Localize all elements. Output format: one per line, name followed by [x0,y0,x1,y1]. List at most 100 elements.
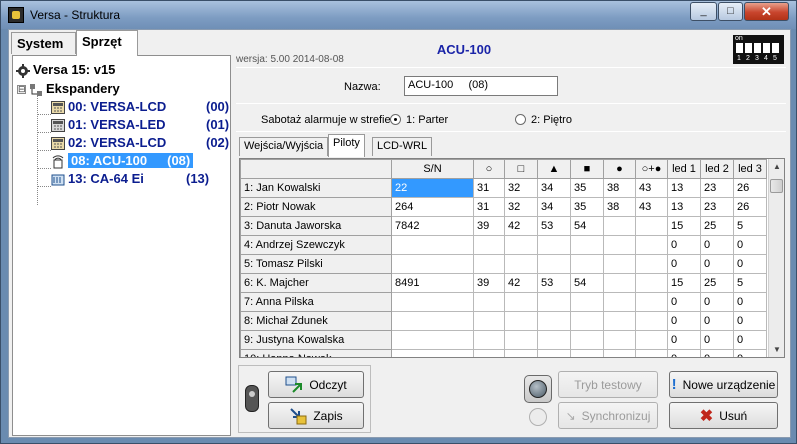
table-cell[interactable] [537,254,571,274]
table-cell[interactable]: 43 [635,178,668,198]
title-bar[interactable]: Versa - Struktura _ □ ✕ [1,1,796,29]
table-cell[interactable] [603,292,636,312]
table-cell[interactable]: 38 [603,197,636,217]
table-cell[interactable] [635,349,668,357]
table-cell[interactable]: 38 [603,178,636,198]
table-cell[interactable] [537,349,571,357]
tab-system[interactable]: System [11,32,76,54]
table-row[interactable]: 10: Hanna Nowak000 [240,349,767,357]
tree-item-13[interactable]: 13: CA-64 Ei (13) [51,170,209,187]
name-field[interactable]: ACU-100 (08) [404,76,558,96]
table-cell[interactable] [570,292,604,312]
table-cell[interactable]: 43 [635,197,668,217]
table-cell[interactable]: 32 [504,197,538,217]
table-cell[interactable] [603,235,636,255]
column-header[interactable]: led 1 [667,159,701,179]
row-user-name[interactable]: 1: Jan Kowalski [240,178,392,198]
tree-item-01[interactable]: 01: VERSA-LED (01) [51,116,229,133]
serial-number-cell[interactable] [391,235,474,255]
serial-number-cell[interactable] [391,330,474,350]
table-cell[interactable] [603,216,636,236]
table-cell[interactable] [473,349,505,357]
table-cell[interactable] [570,235,604,255]
serial-number-cell[interactable]: 264 [391,197,474,217]
table-cell[interactable]: 15 [667,273,701,293]
column-header[interactable]: ▲ [537,159,571,179]
table-cell[interactable] [504,330,538,350]
table-cell[interactable]: 0 [667,349,701,357]
column-header[interactable]: ○ [473,159,505,179]
serial-number-cell[interactable] [391,254,474,274]
table-cell[interactable] [603,311,636,331]
table-cell[interactable]: 39 [473,273,505,293]
table-cell[interactable]: 54 [570,273,604,293]
table-cell[interactable]: 0 [667,330,701,350]
table-row[interactable]: 8: Michał Zdunek 0 0 0 [240,311,767,331]
table-cell[interactable]: 0 [700,254,734,274]
table-cell[interactable]: 35 [570,197,604,217]
table-cell[interactable] [473,330,505,350]
table-cell[interactable] [504,311,538,331]
table-row[interactable]: 7: Anna Pilska 0 0 0 [240,292,767,312]
row-user-name[interactable]: 10: Hanna Nowak [240,349,392,357]
table-row[interactable]: 6: K. Majcher 8491 39 42 53 54 15 25 5 [240,273,767,293]
table-row[interactable]: 9: Justyna Kowalska 0 0 0 [240,330,767,350]
group-expander[interactable]: ⊟ [17,85,26,94]
table-cell[interactable]: 35 [570,178,604,198]
column-header[interactable]: ■ [570,159,604,179]
row-user-name[interactable]: 5: Tomasz Pilski [240,254,392,274]
scroll-thumb[interactable] [770,179,783,193]
table-cell[interactable]: 25 [700,216,734,236]
table-cell[interactable] [473,311,505,331]
serial-number-cell[interactable] [391,292,474,312]
table-cell[interactable]: 0 [733,311,767,331]
table-cell[interactable]: 0 [733,254,767,274]
tree-root[interactable]: Versa 15: v15 [16,61,115,78]
table-cell[interactable]: 31 [473,197,505,217]
test-mode-button[interactable]: Tryb testowy [558,371,658,398]
table-cell[interactable]: 0 [667,311,701,331]
table-cell[interactable] [473,292,505,312]
table-row[interactable]: 4: Andrzej Szewczyk 0 0 0 [240,235,767,255]
row-user-name[interactable]: 4: Andrzej Szewczyk [240,235,392,255]
table-cell[interactable] [635,330,668,350]
table-cell[interactable]: 31 [473,178,505,198]
table-cell[interactable]: 25 [700,273,734,293]
table-cell[interactable] [537,235,571,255]
serial-number-cell[interactable]: 22 [391,178,474,198]
maximize-button[interactable]: □ [718,2,743,21]
table-cell[interactable]: 23 [700,178,734,198]
table-cell[interactable]: 0 [667,235,701,255]
sync-button[interactable]: ↘ Synchronizuj [558,402,658,429]
table-cell[interactable]: 0 [733,235,767,255]
table-cell[interactable] [635,311,668,331]
table-cell[interactable]: 0 [700,311,734,331]
table-cell[interactable] [537,330,571,350]
table-cell[interactable] [603,273,636,293]
table-cell[interactable]: 15 [667,216,701,236]
table-cell[interactable] [635,254,668,274]
table-cell[interactable]: 42 [504,216,538,236]
delete-button[interactable]: ✖ Usuń [669,402,778,429]
row-user-name[interactable]: 8: Michał Zdunek [240,311,392,331]
column-header[interactable]: led 3 [733,159,767,179]
read-button[interactable]: Odczyt [268,371,364,398]
table-cell[interactable]: 42 [504,273,538,293]
close-button[interactable]: ✕ [744,2,789,21]
serial-number-cell[interactable] [391,349,474,357]
table-row[interactable]: 2: Piotr Nowak 264 31 32 34 35 38 43 13 23 26 [240,197,767,217]
minimize-button[interactable]: _ [690,2,717,21]
table-cell[interactable]: 34 [537,197,571,217]
tab-sprzet[interactable]: Sprzęt [76,30,138,56]
row-user-name[interactable]: 9: Justyna Kowalska [240,330,392,350]
tree-item-02[interactable]: 02: VERSA-LCD (02) [51,134,229,151]
vertical-scrollbar[interactable]: ▲ ▼ [768,159,784,357]
table-row[interactable]: 5: Tomasz Pilski 0 0 0 [240,254,767,274]
table-cell[interactable]: 32 [504,178,538,198]
table-cell[interactable] [603,349,636,357]
row-user-name[interactable]: 2: Piotr Nowak [240,197,392,217]
table-cell[interactable]: 0 [700,292,734,312]
table-cell[interactable] [635,235,668,255]
row-user-name[interactable]: 3: Danuta Jaworska [240,216,392,236]
table-cell[interactable] [570,311,604,331]
